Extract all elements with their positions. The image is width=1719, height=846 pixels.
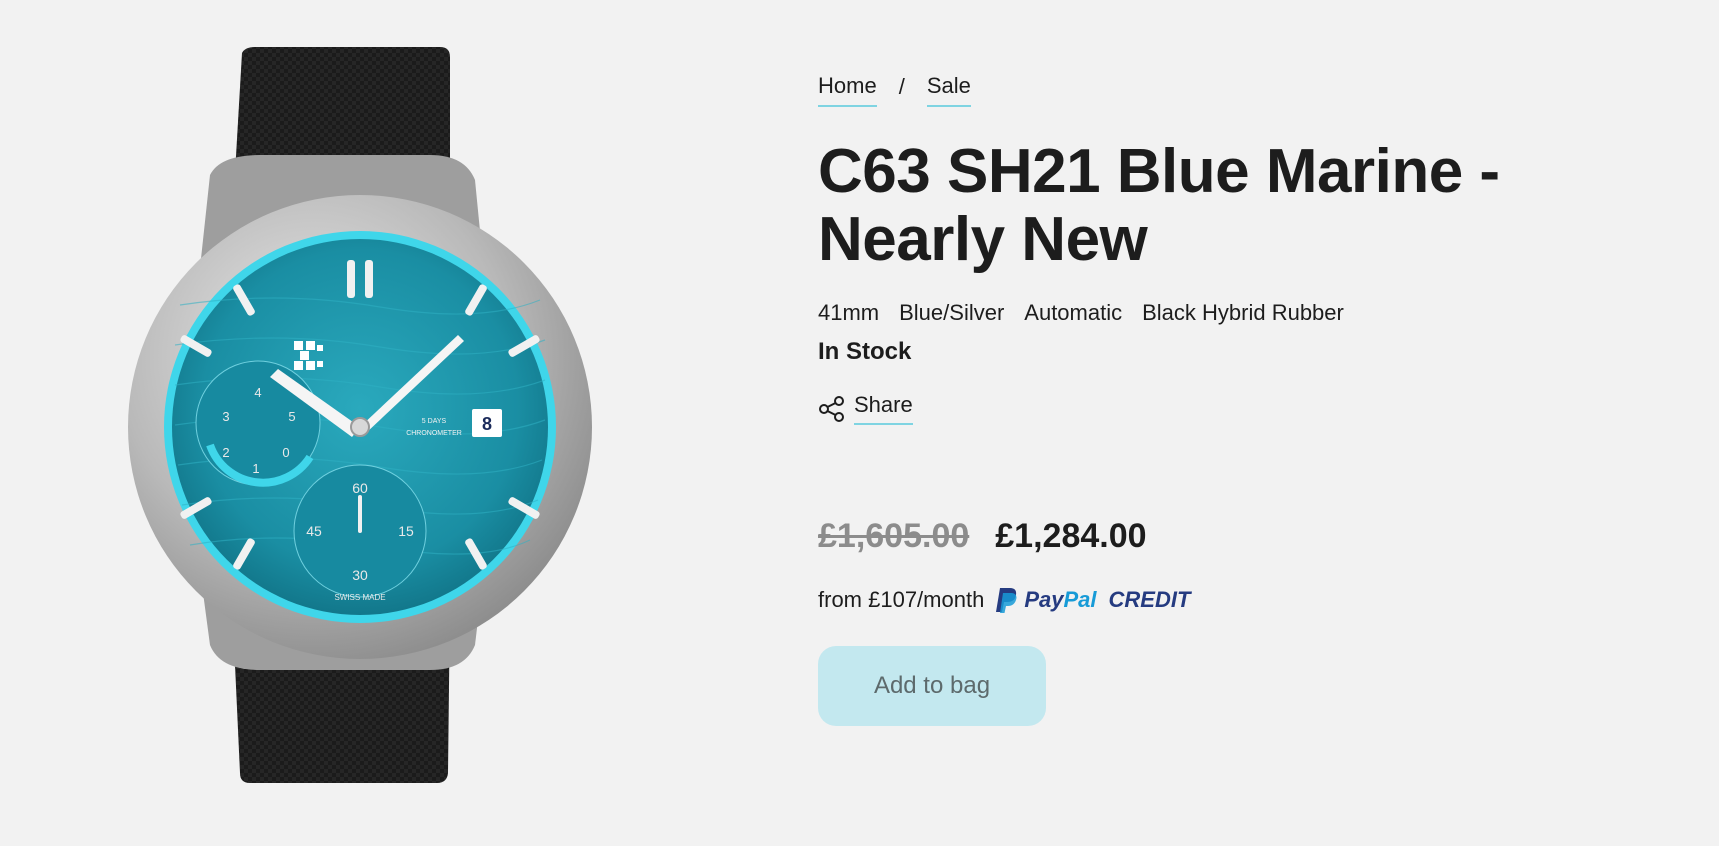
- watch-illustration: 45 32 10 6015 3045 5 DAYS CHRONOMETER 8 …: [128, 47, 592, 783]
- spec-movement: Automatic: [1024, 300, 1123, 325]
- share-button[interactable]: Share: [818, 392, 1638, 425]
- svg-text:2: 2: [222, 445, 229, 460]
- product-specs: 41mm Blue/Silver Automatic Black Hybrid …: [818, 300, 1638, 326]
- svg-text:30: 30: [352, 567, 368, 583]
- svg-text:0: 0: [282, 445, 289, 460]
- paypal-credit-logo: PayPal CREDIT: [994, 586, 1190, 614]
- svg-text:4: 4: [254, 385, 261, 400]
- breadcrumb: Home / Sale: [818, 70, 1638, 110]
- original-price: £1,605.00: [818, 517, 970, 555]
- stock-status: In Stock: [818, 338, 912, 365]
- breadcrumb-sale[interactable]: Sale: [926, 73, 971, 107]
- svg-text:SWISS MADE: SWISS MADE: [334, 593, 385, 602]
- spec-colour: Blue/Silver: [899, 300, 1005, 325]
- svg-text:3: 3: [222, 409, 229, 424]
- paypal-word-pay: Pay: [1024, 587, 1064, 612]
- product-title-line2: Nearly New: [818, 205, 1148, 274]
- svg-text:45: 45: [306, 523, 322, 539]
- product-info: Home / Sale C63 SH21 Blue Marine - Nearl…: [818, 70, 1638, 726]
- svg-text:8: 8: [482, 414, 492, 434]
- product-title-line1: C63 SH21 Blue Marine -: [818, 137, 1500, 206]
- share-label: Share: [854, 392, 913, 425]
- product-title: C63 SH21 Blue Marine - Nearly New: [818, 138, 1638, 274]
- dial-text-chronometer: CHRONOMETER: [406, 430, 462, 437]
- paypal-icon: [996, 588, 1017, 613]
- add-to-bag-button[interactable]: Add to bag: [818, 646, 1046, 726]
- paypal-word-credit: CREDIT: [1108, 587, 1191, 612]
- finance-info: from £107/month PayPal CREDIT: [818, 586, 1638, 614]
- price-block: £1,605.00 £1,284.00: [818, 517, 1638, 556]
- share-icon: [819, 395, 844, 422]
- finance-text: from £107/month: [818, 587, 985, 612]
- breadcrumb-home[interactable]: Home: [818, 73, 877, 107]
- breadcrumb-separator: /: [898, 74, 905, 99]
- svg-text:15: 15: [398, 523, 414, 539]
- sale-price: £1,284.00: [995, 517, 1147, 555]
- spec-strap: Black Hybrid Rubber: [1142, 300, 1344, 325]
- svg-text:1: 1: [252, 461, 259, 476]
- svg-text:60: 60: [352, 480, 368, 496]
- product-image: 45 32 10 60 15 30 45 5 DAYS CHRONOMETER 8 …: [120, 45, 600, 785]
- paypal-word-pal: Pal: [1063, 587, 1097, 612]
- spec-size: 41mm: [818, 300, 880, 325]
- svg-text:5: 5: [288, 409, 295, 424]
- dial-text-days: 5 DAYS: [422, 418, 447, 425]
